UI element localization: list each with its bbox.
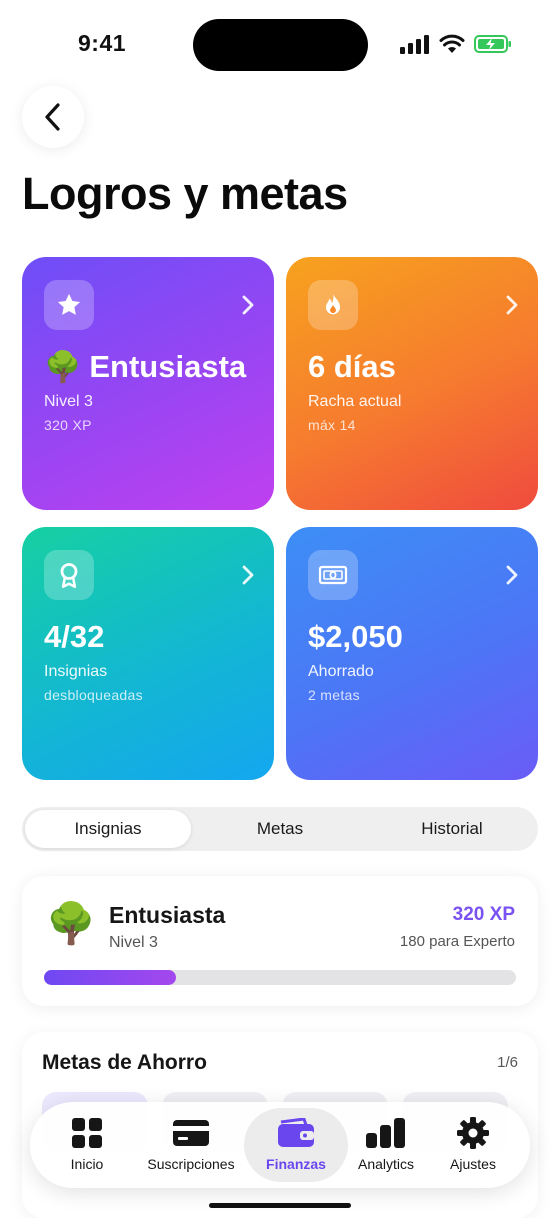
back-button[interactable] bbox=[22, 86, 84, 148]
streak-stat-card[interactable]: 6 días Racha actual máx 14 bbox=[286, 257, 538, 510]
card-label: Ahorrado bbox=[308, 663, 374, 680]
nav-finanzas[interactable]: Finanzas bbox=[244, 1108, 348, 1182]
status-time: 9:41 bbox=[78, 30, 127, 56]
star-icon bbox=[44, 280, 94, 330]
home-indicator bbox=[209, 1203, 351, 1208]
nav-suscripciones[interactable]: Suscripciones bbox=[136, 1108, 246, 1182]
badges-stat-card[interactable]: 4/32 Insignias desbloqueadas bbox=[22, 527, 274, 780]
level-progress-card: 🌳 Entusiasta Nivel 3 320 XP 180 para Exp… bbox=[22, 876, 538, 1006]
card-sub: 2 metas bbox=[308, 687, 360, 703]
tab-historial[interactable]: Historial bbox=[369, 810, 535, 848]
nav-inicio[interactable]: Inicio bbox=[52, 1108, 122, 1182]
nav-label: Ajustes bbox=[450, 1156, 496, 1172]
savings-count: 1/6 bbox=[497, 1054, 518, 1071]
wifi-icon bbox=[439, 34, 465, 53]
dynamic-island bbox=[193, 19, 368, 71]
nav-label: Finanzas bbox=[266, 1156, 326, 1172]
card-sub: desbloqueadas bbox=[44, 687, 143, 703]
chevron-right-icon bbox=[506, 565, 518, 585]
xp-value: 320 XP bbox=[452, 904, 515, 925]
nav-analytics[interactable]: Analytics bbox=[350, 1108, 422, 1182]
card-value: 4/32 bbox=[44, 619, 105, 654]
credit-card-icon bbox=[172, 1116, 210, 1150]
nav-label: Inicio bbox=[70, 1156, 104, 1172]
xp-progress-bar bbox=[44, 970, 516, 985]
battery-charging-icon bbox=[474, 35, 511, 53]
chevron-left-icon bbox=[45, 103, 60, 131]
nav-label: Analytics bbox=[357, 1156, 415, 1172]
wallet-icon bbox=[276, 1116, 316, 1150]
card-label: Racha actual bbox=[308, 393, 402, 410]
level-name: Entusiasta bbox=[109, 902, 226, 928]
level-stat-card[interactable]: 🌳 Entusiasta Nivel 3 320 XP bbox=[22, 257, 274, 510]
level-number: Nivel 3 bbox=[109, 934, 158, 951]
card-value: 6 días bbox=[308, 349, 396, 384]
status-icons bbox=[400, 34, 512, 54]
card-value: $2,050 bbox=[308, 619, 403, 654]
xp-to-next: 180 para Experto bbox=[399, 933, 515, 950]
nav-ajustes[interactable]: Ajustes bbox=[440, 1108, 506, 1182]
chevron-right-icon bbox=[242, 295, 254, 315]
card-sub: máx 14 bbox=[308, 417, 356, 433]
grid-icon bbox=[71, 1116, 103, 1150]
segmented-control: Insignias Metas Historial bbox=[22, 807, 538, 851]
badge-icon bbox=[44, 550, 94, 600]
banknote-icon bbox=[308, 550, 358, 600]
bar-chart-icon bbox=[365, 1116, 407, 1150]
savings-stat-card[interactable]: $2,050 Ahorrado 2 metas bbox=[286, 527, 538, 780]
status-bar: 9:41 bbox=[0, 0, 560, 90]
savings-title: Metas de Ahorro bbox=[42, 1051, 207, 1074]
card-label: Insignias bbox=[44, 663, 108, 680]
tree-emoji: 🌳 bbox=[46, 902, 96, 946]
card-value-text: Entusiasta bbox=[89, 349, 247, 384]
xp-progress-fill bbox=[44, 970, 177, 985]
card-label: Nivel 3 bbox=[44, 393, 93, 410]
chevron-right-icon bbox=[242, 565, 254, 585]
tab-metas[interactable]: Metas bbox=[197, 810, 363, 848]
card-value: 🌳 Entusiasta bbox=[44, 349, 246, 385]
tab-insignias[interactable]: Insignias bbox=[25, 810, 191, 848]
chevron-right-icon bbox=[506, 295, 518, 315]
gear-icon bbox=[456, 1116, 490, 1150]
nav-label: Suscripciones bbox=[147, 1156, 235, 1172]
cellular-signal-icon bbox=[400, 35, 429, 54]
card-sub: 320 XP bbox=[44, 417, 92, 433]
page-title: Logros y metas bbox=[22, 168, 348, 219]
tree-emoji: 🌳 bbox=[44, 351, 82, 384]
bottom-tab-bar: Inicio Suscripciones Finanzas Analytics … bbox=[30, 1102, 530, 1188]
flame-icon bbox=[308, 280, 358, 330]
